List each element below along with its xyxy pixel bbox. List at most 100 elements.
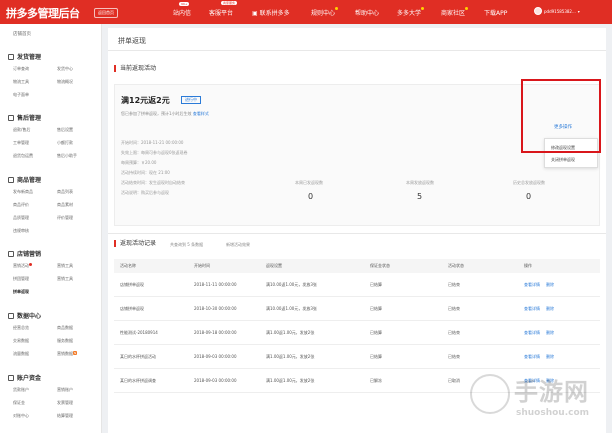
nav-download-label: 下载APP	[484, 10, 508, 17]
nav-rules-label: 规则中心	[311, 10, 336, 17]
sidebar-section-goods[interactable]: 商品管理	[8, 175, 41, 184]
sidebar-item[interactable]: 流量数据	[13, 351, 29, 357]
sidebar-item[interactable]: 退货包运费	[13, 153, 33, 159]
nav-rules[interactable]: 规则中心	[311, 7, 339, 17]
sidebar-item[interactable]: 服务数据	[57, 338, 73, 344]
row-status: 已结束	[448, 282, 460, 287]
sidebar-item[interactable]: 营销活动	[13, 263, 32, 269]
sidebar-item[interactable]: 订单查询	[13, 66, 29, 72]
view-style-link[interactable]: 查看样式	[193, 111, 209, 116]
avatar	[534, 7, 542, 15]
watermark-text: 手游网	[514, 378, 589, 406]
sidebar-item[interactable]: 营销数据N	[57, 351, 78, 357]
sidebar-item-cashback[interactable]: 拼单返现	[13, 289, 29, 295]
sidebar-item[interactable]: 售后小助手	[57, 153, 77, 159]
sidebar-item[interactable]: 品质管理	[13, 215, 29, 221]
sidebar-item[interactable]: 营销工具	[57, 263, 73, 269]
new-activity-link[interactable]: 新增活动效果	[226, 242, 250, 248]
current-activity-heading: 当前返现活动	[114, 65, 156, 72]
row-deposit: 已结算	[370, 330, 382, 335]
total-count: 5	[187, 242, 190, 247]
app-logo[interactable]: 拼多多管理后台	[6, 5, 80, 21]
status-badge: 进行中	[181, 96, 201, 104]
sidebar-section-data[interactable]: 数据中心	[8, 311, 41, 320]
user-menu[interactable]: pdd91585382... ▾	[534, 7, 580, 15]
sidebar-item[interactable]: 保证金	[13, 400, 25, 406]
sidebar-item[interactable]: 商品列表	[57, 189, 73, 195]
sidebar-item[interactable]: 经营总览	[13, 325, 29, 331]
sidebar-item[interactable]: 交易数据	[13, 338, 29, 344]
view-detail-link[interactable]: 查看详情	[524, 282, 540, 288]
divider	[108, 50, 606, 51]
messages-badge: 99+	[179, 2, 190, 6]
row-setting: 满1.00返1.00元，发放2张	[266, 330, 315, 335]
row-setting: 满1.00返1.00元，发放2张	[266, 354, 315, 359]
row-status: 已结束	[448, 354, 460, 359]
nav-messages[interactable]: 99+ 站内信	[173, 2, 191, 17]
sidebar-item[interactable]: 营销工具	[57, 276, 73, 282]
contact-icon: ▣	[252, 10, 260, 17]
col-actions: 操作	[524, 263, 532, 268]
nav-community[interactable]: 商家社区	[441, 7, 469, 17]
col-setting: 返现设置	[266, 263, 282, 268]
section-title: 账户资金	[17, 375, 42, 382]
delete-link[interactable]: 删除	[546, 282, 554, 288]
row-deposit: 已解冻	[370, 378, 382, 383]
sidebar-section-aftersale[interactable]: 售后管理	[8, 113, 41, 122]
sidebar-item[interactable]: 货款账户	[13, 387, 29, 393]
nav-customer-service[interactable]: 商家服务 客服平台	[209, 1, 238, 17]
sidebar-item[interactable]: 拼团管理	[13, 276, 29, 282]
return-icon	[8, 114, 14, 121]
view-detail-link[interactable]: 查看详情	[524, 306, 540, 312]
nav-download-app[interactable]: 下载APP	[484, 8, 507, 17]
sidebar-item[interactable]: 售后设置	[57, 127, 73, 133]
info-budget: 每周预算：￥20.00	[121, 160, 157, 165]
sidebar-item[interactable]: 违规审核	[13, 228, 29, 234]
back-home-button[interactable]: 返回首页	[94, 8, 118, 18]
nav-community-label: 商家社区	[441, 10, 466, 17]
sidebar-item[interactable]: 物流概况	[57, 79, 73, 85]
sidebar-section-shipping[interactable]: 发货管理	[8, 52, 41, 61]
gift-icon	[8, 250, 14, 257]
sidebar-item[interactable]: 商品素材	[57, 202, 73, 208]
row-setting: 满10.00返1.00元，发放3张	[266, 306, 317, 311]
sidebar-item[interactable]: 发货中心	[57, 66, 73, 72]
sidebar-item[interactable]: 对账中心	[13, 413, 29, 419]
row-status: 已取消	[448, 378, 460, 383]
row-name: 某日的水杯拼返活动	[120, 354, 156, 359]
sidebar-section-funds[interactable]: 账户资金	[8, 373, 41, 382]
sidebar-item[interactable]: 退款/售后	[13, 127, 30, 133]
nav-university[interactable]: 多多大学	[397, 7, 425, 17]
sidebar-item[interactable]: 商品数据	[57, 325, 73, 331]
nav-help[interactable]: 帮助中心	[355, 8, 379, 17]
sidebar-item[interactable]: 评价管理	[57, 215, 73, 221]
delete-link[interactable]: 删除	[546, 354, 554, 360]
delete-link[interactable]: 删除	[546, 306, 554, 312]
sidebar-item[interactable]: 小额打款	[57, 140, 73, 146]
view-detail-link[interactable]: 查看详情	[524, 354, 540, 360]
chevron-down-icon: ▾	[577, 8, 580, 14]
sidebar-item[interactable]: 工单管理	[13, 140, 29, 146]
sidebar-item[interactable]: 商品评价	[13, 202, 29, 208]
watermark: 手游网 shuoshou.com	[470, 368, 600, 426]
sidebar-item[interactable]: 电子面单	[13, 92, 29, 98]
new-dot-icon	[29, 263, 32, 266]
stat-value: 5	[417, 192, 423, 201]
sidebar-item[interactable]: 发票管理	[57, 400, 73, 406]
stat-label: 本周已发返现数	[295, 180, 323, 185]
sidebar-item[interactable]: 发布新商品	[13, 189, 33, 195]
sidebar-item[interactable]: 营销账户	[57, 387, 73, 393]
view-detail-link[interactable]: 查看详情	[524, 330, 540, 336]
row-status: 已结束	[448, 306, 460, 311]
info-duration: 活动持续时间：现在 21:00	[121, 170, 170, 175]
sidebar-item[interactable]: 物流工具	[13, 79, 29, 85]
sidebar-section-marketing[interactable]: 店铺营销	[8, 249, 41, 258]
info-end: 活动结束时间：发生返现时自动结束	[121, 180, 185, 185]
sidebar: 店铺首页 发货管理 订单查询 发货中心 物流工具 物流概况 电子面单 售后管理 …	[0, 24, 102, 433]
sidebar-item[interactable]: 结算管理	[57, 413, 73, 419]
close-cashback[interactable]: 关闭拼单返现	[551, 157, 575, 163]
new-badge-icon: N	[73, 351, 78, 355]
sidebar-item-shop-home[interactable]: 店铺首页	[13, 31, 31, 37]
delete-link[interactable]: 删除	[546, 330, 554, 336]
nav-contact[interactable]: ▣ 联系拼多多	[252, 8, 290, 17]
